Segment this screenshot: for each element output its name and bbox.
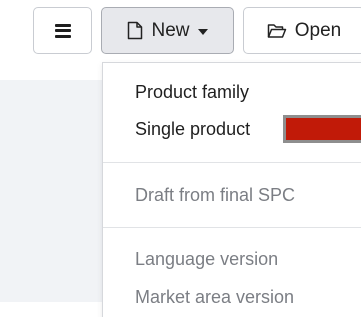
menu-divider [103,227,361,228]
document-icon [127,21,143,40]
menu-item-product-family[interactable]: Product family [135,81,249,103]
left-panel-background [0,80,102,302]
app-stage: New Open Product family Single product D… [0,0,361,317]
menu-item-single-product[interactable]: Single product [135,118,250,140]
new-button[interactable]: New [101,7,234,54]
menu-divider [103,162,361,163]
menu-item-market-area-version: Market area version [135,287,295,307]
new-dropdown-menu: Product family Single product Draft from… [102,62,361,317]
new-button-label: New [151,19,190,41]
highlight-marker [283,115,361,143]
folder-open-icon [267,23,287,39]
caret-down-icon [197,28,208,35]
hamburger-icon [54,23,71,38]
main-menu-button[interactable] [33,7,92,54]
open-button[interactable]: Open [243,7,361,54]
menu-item-language-version: Language version [135,249,279,269]
open-button-label: Open [294,19,342,41]
menu-item-draft-from-final-spc: Draft from final SPC [135,185,296,205]
